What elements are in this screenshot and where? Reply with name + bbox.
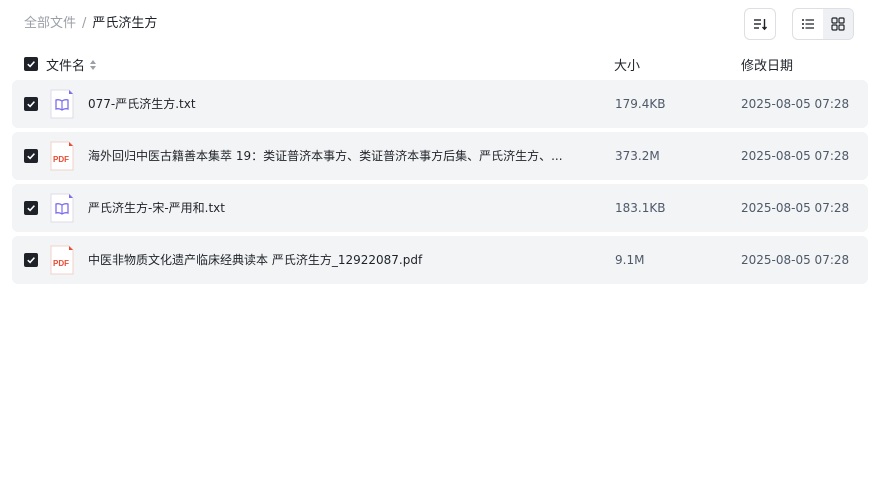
file-date: 2025-08-05 07:28 (741, 253, 850, 267)
file-name[interactable]: 严氏济生方-宋-严用和.txt (88, 199, 568, 217)
column-header-name[interactable]: 文件名 (46, 55, 97, 74)
row-checkbox[interactable] (24, 97, 38, 111)
file-name[interactable]: 077-严氏济生方.txt (88, 95, 568, 113)
view-toggle (792, 8, 854, 40)
check-icon (27, 101, 35, 108)
breadcrumb: 全部文件 / 严氏济生方 (24, 15, 157, 33)
breadcrumb-current: 严氏济生方 (92, 16, 158, 31)
table-row[interactable]: PDF 中医非物质文化遗产临床经典读本 严氏济生方_12922087.pdf 9… (12, 236, 868, 284)
pdf-label: PDF (53, 155, 69, 164)
file-size: 9.1M (615, 253, 645, 267)
sort-caret-icon (89, 59, 97, 71)
grid-view-button[interactable] (823, 9, 853, 39)
column-header-name-label: 文件名 (46, 59, 86, 74)
list-view-icon (802, 19, 814, 29)
file-name[interactable]: 中医非物质文化遗产临床经典读本 严氏济生方_12922087.pdf (88, 251, 568, 269)
list-view-button[interactable] (793, 9, 823, 39)
file-date: 2025-08-05 07:28 (741, 97, 850, 111)
file-date: 2025-08-05 07:28 (741, 201, 850, 215)
top-bar: 全部文件 / 严氏济生方 (0, 0, 878, 46)
table-row[interactable]: PDF 海外回归中医古籍善本集萃 19：类证普济本事方、类证普济本事方后集、严氏… (12, 132, 868, 180)
file-list: 077-严氏济生方.txt 179.4KB 2025-08-05 07:28 P… (12, 80, 868, 288)
check-icon (27, 257, 35, 264)
book-file-icon (50, 89, 74, 119)
check-icon (27, 61, 35, 68)
file-date: 2025-08-05 07:28 (741, 149, 850, 163)
file-size: 373.2M (615, 149, 660, 163)
sort-list-icon (754, 19, 768, 31)
row-checkbox[interactable] (24, 253, 38, 267)
file-size: 179.4KB (615, 97, 666, 111)
pdf-file-icon: PDF (50, 245, 74, 275)
column-header-size[interactable]: 大小 (614, 55, 640, 74)
pdf-file-icon: PDF (50, 141, 74, 171)
select-all-checkbox[interactable] (24, 57, 38, 71)
row-checkbox[interactable] (24, 149, 38, 163)
sort-button[interactable] (744, 8, 776, 40)
file-name[interactable]: 海外回归中医古籍善本集萃 19：类证普济本事方、类证普济本事方后集、严氏济生方、… (88, 147, 568, 165)
breadcrumb-separator: / (82, 16, 87, 31)
column-header-date[interactable]: 修改日期 (741, 55, 793, 74)
table-row[interactable]: 严氏济生方-宋-严用和.txt 183.1KB 2025-08-05 07:28 (12, 184, 868, 232)
check-icon (27, 205, 35, 212)
file-size: 183.1KB (615, 201, 666, 215)
table-row[interactable]: 077-严氏济生方.txt 179.4KB 2025-08-05 07:28 (12, 80, 868, 128)
book-file-icon (50, 193, 74, 223)
pdf-label: PDF (53, 259, 69, 268)
breadcrumb-root-link[interactable]: 全部文件 (24, 15, 76, 33)
table-header: 文件名 大小 修改日期 (12, 52, 868, 76)
row-checkbox[interactable] (24, 201, 38, 215)
grid-view-icon (831, 17, 845, 31)
check-icon (27, 153, 35, 160)
